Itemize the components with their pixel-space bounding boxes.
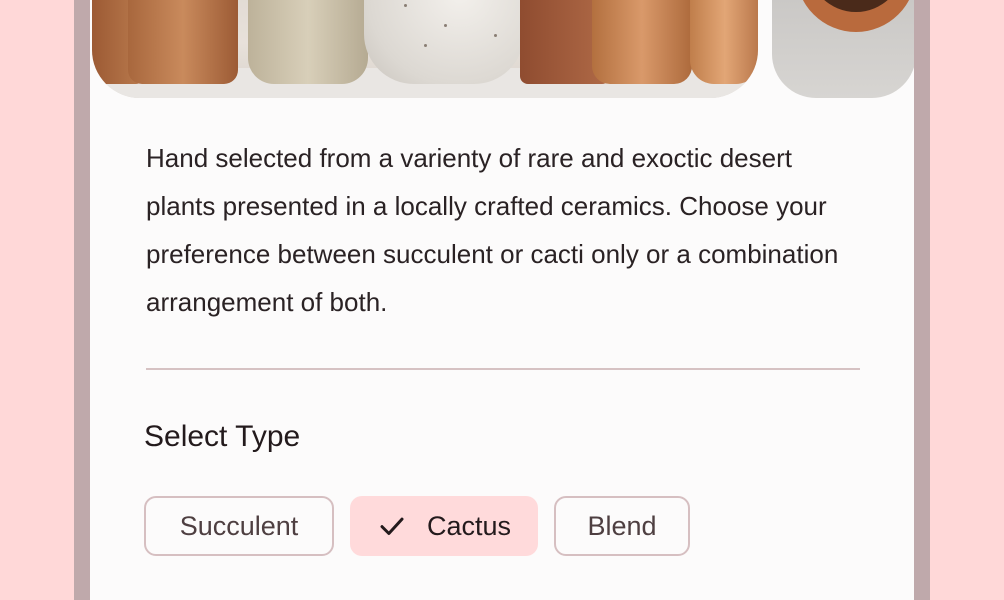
product-description: Hand selected from a varienty of rare an… [146, 143, 839, 317]
image-carousel[interactable] [90, 0, 914, 98]
chip-label: Cactus [426, 510, 512, 541]
select-type-heading: Select Type [144, 420, 301, 453]
chip-label: Succulent [179, 510, 299, 541]
check-icon [380, 517, 404, 535]
chip-label: Blend [587, 510, 657, 541]
terracotta-bowl-photo[interactable] [772, 0, 914, 98]
chip-succulent[interactable]: Succulent [144, 496, 334, 556]
pot [248, 0, 368, 84]
pot [128, 0, 238, 84]
pot [364, 0, 524, 84]
divider [146, 368, 860, 370]
chip-cactus[interactable]: Cactus [350, 496, 538, 556]
product-detail-sheet: Hand selected from a varienty of rare an… [90, 0, 914, 600]
pot [690, 0, 758, 84]
ceramic-pots-photo[interactable] [92, 0, 758, 98]
pot [592, 0, 692, 84]
chip-blend[interactable]: Blend [554, 496, 690, 556]
